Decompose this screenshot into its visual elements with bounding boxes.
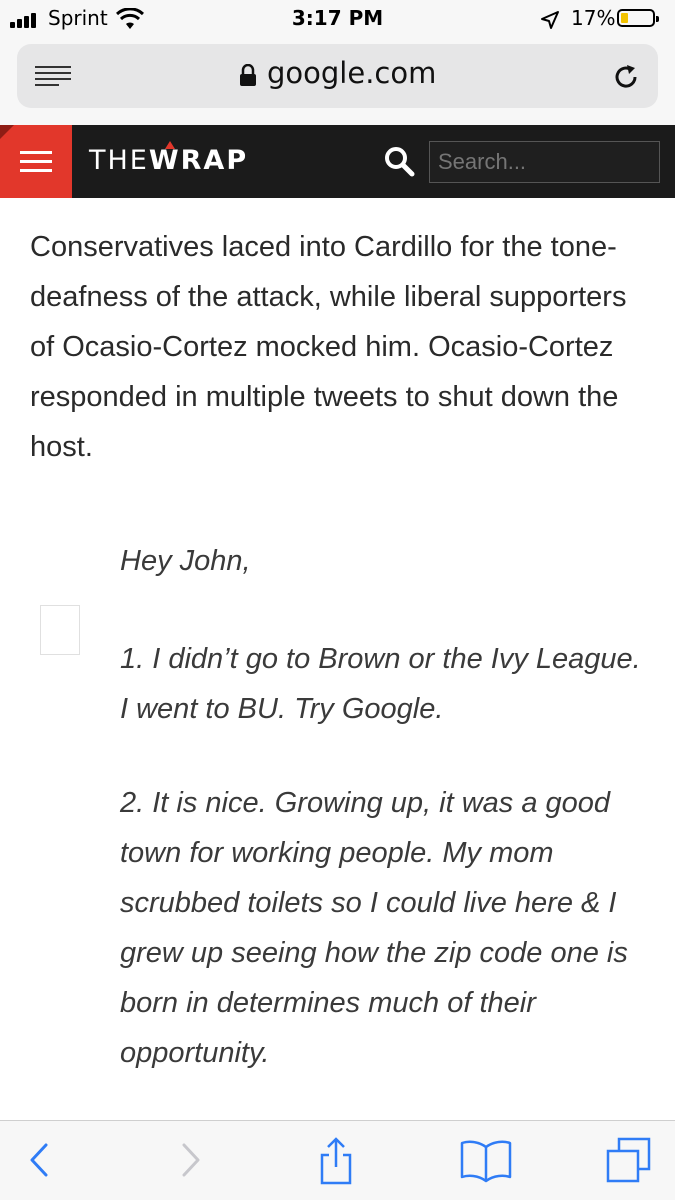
- quote-greeting: Hey John,: [120, 545, 251, 577]
- back-button[interactable]: [0, 1121, 80, 1201]
- quote-point-1: 1. I didn’t go to Brown or the Ivy Leagu…: [120, 643, 641, 725]
- tabs-icon[interactable]: [605, 1137, 653, 1185]
- browser-address-area: google.com: [0, 38, 675, 125]
- reader-icon[interactable]: [35, 66, 71, 88]
- share-button[interactable]: [296, 1121, 376, 1201]
- browser-toolbar: [0, 1120, 675, 1200]
- bookmarks-icon[interactable]: [460, 1137, 512, 1183]
- location-arrow-icon: [541, 11, 559, 29]
- logo-the: THE: [89, 145, 149, 176]
- embed-placeholder: [40, 605, 80, 655]
- tabs-button[interactable]: [585, 1121, 665, 1201]
- status-bar: Sprint 3:17 PM 17%: [0, 0, 675, 38]
- forward-icon[interactable]: [170, 1137, 210, 1183]
- quote-point-2: 2. It is nice. Growing up, it was a good…: [120, 787, 628, 1069]
- article-paragraph: Conservatives laced into Cardillo for th…: [30, 231, 627, 463]
- forward-button[interactable]: [150, 1121, 230, 1201]
- lock-icon: [240, 64, 256, 86]
- share-icon[interactable]: [316, 1137, 356, 1187]
- search-icon[interactable]: [383, 145, 415, 177]
- reload-icon[interactable]: [611, 62, 641, 92]
- site-header: THEWRAP: [0, 125, 675, 198]
- url-text[interactable]: google.com: [267, 56, 436, 90]
- battery-percent: 17%: [571, 6, 616, 30]
- address-bar[interactable]: google.com: [17, 44, 658, 108]
- back-icon[interactable]: [20, 1137, 60, 1183]
- battery-icon: [617, 9, 659, 27]
- site-logo[interactable]: THEWRAP: [89, 141, 249, 176]
- hamburger-icon[interactable]: [20, 151, 52, 154]
- bookmarks-button[interactable]: [440, 1121, 520, 1201]
- logo-wrap: WRAP: [148, 145, 249, 176]
- search-input[interactable]: [429, 141, 660, 183]
- menu-button[interactable]: [0, 125, 72, 198]
